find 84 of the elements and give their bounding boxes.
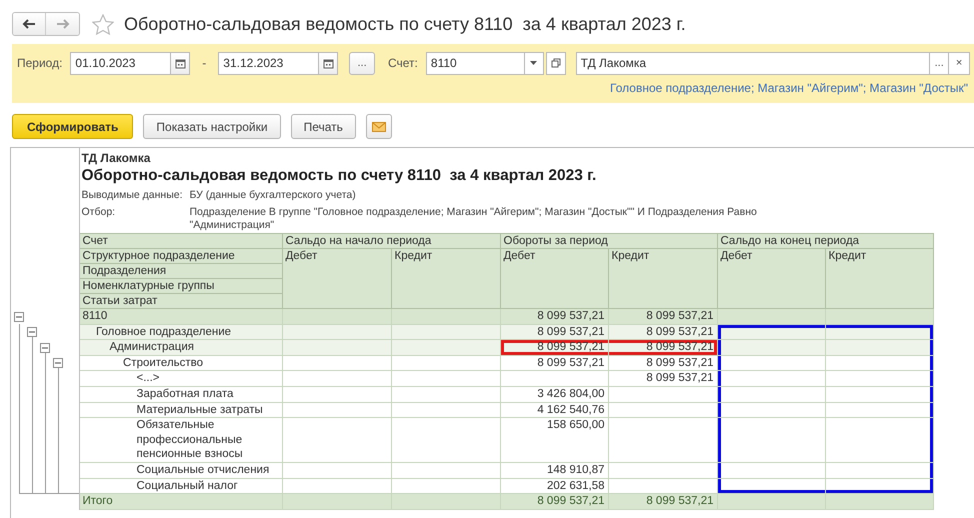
amount-cell: 8 099 537,21 <box>500 355 608 371</box>
clear-button[interactable]: × <box>949 52 970 74</box>
info-label: Выводимые данные: <box>82 189 184 202</box>
calendar-icon <box>322 58 334 68</box>
date-from-field[interactable]: 01.10.2023 <box>70 52 172 74</box>
account-field[interactable]: 8110 <box>426 52 525 74</box>
report-title: Оборотно-сальдовая ведомость по счету 8110 за 4 квартал 2023 г. <box>82 167 598 185</box>
row-label: Строительство <box>79 355 282 371</box>
header-cell: Подразделения <box>79 264 282 278</box>
organization-field[interactable]: ТД Лакомка <box>576 52 930 74</box>
amount-cell: 8 099 537,21 <box>500 340 608 356</box>
minus-icon <box>29 329 35 336</box>
info-value: Подразделение В группе "Головное подразделение; Магазин "Айгерим"; Магазин "Достык"" И Подразделения Равно "Администрация" <box>190 206 758 232</box>
amount-cell: 8 099 537,21 <box>608 324 717 340</box>
row-label: Социальные отчисления <box>79 462 282 478</box>
date-separator: - <box>202 56 206 70</box>
header-cell: Дебет <box>500 248 608 308</box>
header-cell: Сальдо на начало периода <box>282 234 500 248</box>
action-button[interactable]: Показать настройки <box>143 114 281 139</box>
calendar-button[interactable] <box>319 52 338 74</box>
row-label: Материальные затраты <box>79 402 282 418</box>
header-cell: Статьи затрат <box>79 294 282 308</box>
period-button[interactable]: ... <box>349 52 375 74</box>
header-cell: Кредит <box>391 248 500 308</box>
action-button[interactable]: Печать <box>290 114 356 139</box>
period-label: Период: <box>17 56 62 70</box>
row-label: Социальный налог <box>79 478 282 494</box>
collapse-toggle[interactable] <box>14 312 24 322</box>
collapse-toggle[interactable] <box>53 358 63 368</box>
header-cell: Кредит <box>608 248 717 308</box>
back-button[interactable] <box>13 13 46 35</box>
info-value: БУ (данные бухгалтерского учета) <box>190 189 357 202</box>
date-to-field[interactable]: 31.12.2023 <box>218 52 320 74</box>
amount-cell: 8 099 537,21 <box>500 308 608 324</box>
collapse-toggle[interactable] <box>27 327 37 338</box>
amount-cell: 8 099 537,21 <box>608 340 717 356</box>
row-label: Головное подразделение <box>79 324 282 340</box>
amount-cell: 4 162 540,76 <box>500 402 608 418</box>
header-cell: Обороты за период <box>500 234 717 248</box>
windows-icon <box>550 58 561 68</box>
select-button[interactable]: ... <box>930 52 950 74</box>
row-label: 8110 <box>79 308 282 324</box>
collapse-toggle[interactable] <box>40 342 50 353</box>
envelope-icon <box>372 122 386 132</box>
mail-button[interactable] <box>366 114 392 139</box>
header-cell: Счет <box>79 234 282 248</box>
amount-cell: 158 650,00 <box>500 418 608 462</box>
header-cell: Номенклатурные группы <box>79 278 282 294</box>
calendar-icon <box>174 58 186 68</box>
info-label: Отбор: <box>82 206 116 220</box>
account-label: Счет: <box>388 56 418 70</box>
amount-cell: 8 099 537,21 <box>608 308 717 324</box>
row-label: Заработная плата <box>79 386 282 402</box>
total-label: Итого <box>79 494 282 510</box>
total-amount: 8 099 537,21 <box>500 494 608 510</box>
header-cell: Дебет <box>717 248 825 308</box>
header-cell: Кредит <box>825 248 934 308</box>
amount-cell: 8 099 537,21 <box>608 355 717 371</box>
total-amount: 8 099 537,21 <box>608 494 717 510</box>
company-name: ТД Лакомка <box>82 151 152 165</box>
caret-icon <box>530 61 538 65</box>
departments-link[interactable]: Головное подразделение; Магазин "Айгерим"; Магазин "Достык" <box>610 81 968 95</box>
header-cell: Структурное подразделение <box>79 248 282 264</box>
amount-cell: 8 099 537,21 <box>500 324 608 340</box>
row-label: <...> <box>79 370 282 386</box>
amount-cell: 202 631,58 <box>500 478 608 494</box>
amount-cell: 3 426 804,00 <box>500 386 608 402</box>
row-label: Администрация <box>79 340 282 356</box>
window-title: Оборотно-сальдовая ведомость по счету 8110 за 4 квартал 2023 г. <box>124 14 686 34</box>
arrow-left-icon <box>22 19 36 29</box>
amount-cell: 148 910,87 <box>500 462 608 478</box>
generate-button[interactable]: Сформировать <box>12 114 134 139</box>
header-cell: Сальдо на конец периода <box>717 234 934 248</box>
minus-icon <box>55 360 61 366</box>
calendar-button[interactable] <box>171 52 190 74</box>
amount-cell: 8 099 537,21 <box>608 370 717 386</box>
star-icon[interactable] <box>92 14 114 34</box>
header-cell: Дебет <box>282 248 391 308</box>
open-button[interactable] <box>546 52 566 74</box>
dropdown-button[interactable] <box>524 52 544 74</box>
row-label: Обязательные профессиональные пенсионные взносы <box>79 418 282 462</box>
minus-icon <box>42 344 48 351</box>
arrow-right-icon <box>56 19 70 29</box>
minus-icon <box>16 314 22 320</box>
